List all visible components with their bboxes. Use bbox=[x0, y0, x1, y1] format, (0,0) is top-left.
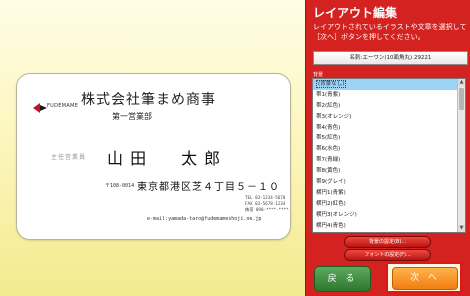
list-item-label: 帯8(黄色) bbox=[316, 168, 341, 175]
list-item[interactable]: 帯2(紅色) bbox=[313, 101, 457, 112]
font-settings-button[interactable]: フォントの設定(F)... bbox=[344, 249, 431, 261]
fax-number[interactable]: FAX 03-5678-1234 bbox=[245, 201, 285, 206]
mobile-number[interactable]: 携帯 090-****-**** bbox=[245, 207, 289, 213]
email-address[interactable]: e-mail:yamada-taro@fudemameshoji.ne.jp bbox=[147, 216, 261, 222]
list-item-label: 帯3(オレンジ) bbox=[316, 113, 352, 120]
business-card-preview[interactable]: FUDEMAME 株式会社筆まめ商事 第一営業部 主任営業員 山 田 太 郎 〒… bbox=[16, 73, 291, 240]
list-item[interactable]: 帯8(黄色) bbox=[313, 166, 457, 177]
list-item-label: (背景なし) bbox=[316, 80, 347, 88]
scroll-up-icon[interactable]: ▲ bbox=[458, 79, 465, 86]
background-settings-button[interactable]: 背景の設定(B)... bbox=[344, 236, 431, 248]
list-item[interactable]: 横円5(紅色) bbox=[313, 231, 457, 232]
background-list: (背景なし) 帯1(青紫) 帯2(紅色) 帯3(オレンジ) 帯4(青色) 帯5(紅色) 帯6… bbox=[313, 79, 457, 232]
list-label: 背景 bbox=[313, 72, 324, 78]
list-item[interactable]: 帯5(紅色) bbox=[313, 133, 457, 144]
scroll-thumb[interactable] bbox=[459, 88, 464, 110]
list-scrollbar[interactable]: ▲ ▼ bbox=[457, 79, 465, 232]
list-item-label: 横円1(青紫) bbox=[316, 189, 346, 196]
list-item-label: 帯9(グレイ) bbox=[316, 179, 346, 186]
list-item-label: 帯2(紅色) bbox=[316, 102, 341, 109]
background-listbox[interactable]: (背景なし) 帯1(青紫) 帯2(紅色) 帯3(オレンジ) 帯4(青色) 帯5(紅色) 帯6… bbox=[312, 78, 466, 233]
next-button-highlight: 次 へ bbox=[386, 262, 462, 293]
person-name[interactable]: 山 田 太 郎 bbox=[107, 145, 221, 169]
list-item-label: 帯5(紅色) bbox=[316, 135, 341, 142]
department[interactable]: 第一営業部 bbox=[112, 111, 152, 122]
list-item[interactable]: 横円4(青色) bbox=[313, 221, 457, 232]
address[interactable]: 東京都港区芝４丁目５－１０ bbox=[137, 178, 280, 193]
list-item[interactable]: 横円3(オレンジ) bbox=[313, 210, 457, 221]
back-button[interactable]: 戻 る bbox=[314, 266, 371, 292]
panel-instruction: レイアウトされているイラストや文章を選択して［次へ］ボタンを押してください。 bbox=[313, 23, 467, 41]
company-logo-text: FUDEMAME bbox=[47, 103, 79, 109]
tel-number[interactable]: TEL 03-1234-5678 bbox=[245, 195, 285, 200]
list-item[interactable]: 帯7(青緑) bbox=[313, 155, 457, 166]
list-item-label: 帯1(青紫) bbox=[316, 91, 341, 98]
list-item[interactable]: 帯6(水色) bbox=[313, 144, 457, 155]
list-item[interactable]: (背景なし) bbox=[313, 79, 457, 90]
list-item[interactable]: 横円2(紅色) bbox=[313, 199, 457, 210]
list-item-label: 帯7(青緑) bbox=[316, 157, 341, 164]
list-item-label: 横円2(紅色) bbox=[316, 200, 346, 207]
layout-canvas: FUDEMAME 株式会社筆まめ商事 第一営業部 主任営業員 山 田 太 郎 〒… bbox=[0, 0, 305, 296]
list-item-label: 帯4(青色) bbox=[316, 124, 341, 131]
postal-code[interactable]: 〒108-0014 bbox=[105, 182, 134, 189]
next-button[interactable]: 次 へ bbox=[392, 267, 458, 290]
list-item[interactable]: 帯1(青紫) bbox=[313, 90, 457, 101]
list-item-label: 横円4(青色) bbox=[316, 222, 346, 229]
list-item[interactable]: 帯3(オレンジ) bbox=[313, 112, 457, 123]
layout-edit-panel: レイアウト編集 レイアウトされているイラストや文章を選択して［次へ］ボタンを押し… bbox=[305, 0, 470, 296]
panel-title: レイアウト編集 bbox=[313, 6, 398, 20]
card-size-label: 名刺:エーワン(10面角丸) 29221 bbox=[313, 51, 468, 65]
list-item[interactable]: 帯9(グレイ) bbox=[313, 177, 457, 188]
scroll-down-icon[interactable]: ▼ bbox=[458, 225, 465, 232]
job-title[interactable]: 主任営業員 bbox=[51, 152, 86, 161]
list-item-label: 帯6(水色) bbox=[316, 146, 341, 153]
list-item[interactable]: 横円1(青紫) bbox=[313, 188, 457, 199]
list-item[interactable]: 帯4(青色) bbox=[313, 123, 457, 134]
list-item-label: 横円3(オレンジ) bbox=[316, 211, 357, 218]
company-name[interactable]: 株式会社筆まめ商事 bbox=[81, 89, 216, 109]
